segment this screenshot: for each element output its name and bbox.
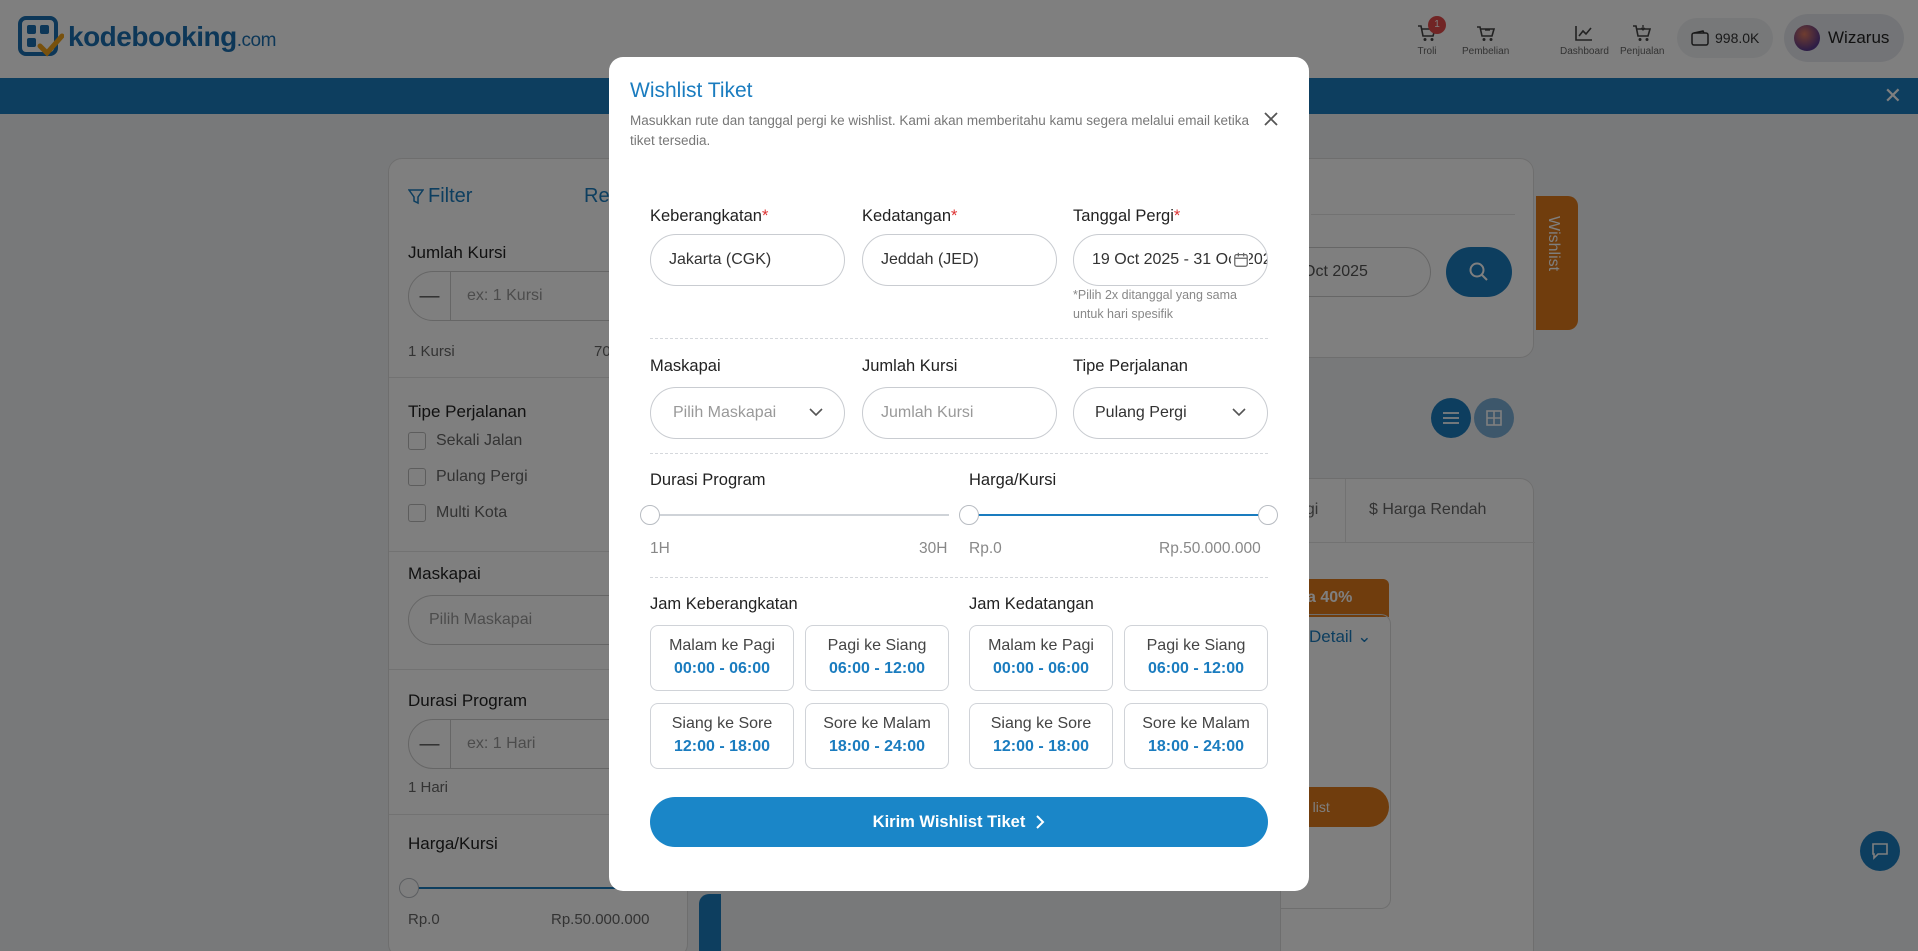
departure-slot-morning[interactable]: Pagi ke Siang 06:00 - 12:00	[805, 625, 949, 691]
price-max: Rp.50.000.000	[1159, 540, 1261, 557]
duration-max: 30H	[919, 540, 948, 557]
price-slider[interactable]	[969, 514, 1268, 516]
duration-handle[interactable]	[640, 505, 660, 525]
divider	[650, 338, 1268, 339]
chevron-down-icon	[1232, 408, 1246, 417]
departure-field[interactable]: Jakarta (CGK)	[650, 234, 845, 286]
departure-time-label: Jam Keberangkatan	[650, 595, 798, 613]
duration-slider[interactable]	[650, 514, 949, 516]
seats-input[interactable]: Jumlah Kursi	[862, 387, 1057, 439]
departure-label: Keberangkatan*	[650, 207, 769, 225]
modal-title: Wishlist Tiket	[630, 79, 753, 102]
price-handle-min[interactable]	[959, 505, 979, 525]
departure-slot-evening[interactable]: Sore ke Malam 18:00 - 24:00	[805, 703, 949, 769]
wishlist-modal: Wishlist Tiket Masukkan rute dan tanggal…	[609, 57, 1309, 891]
date-range-field[interactable]: 19 Oct 2025 - 31 Oct 2025	[1073, 234, 1268, 286]
price-handle-max[interactable]	[1258, 505, 1278, 525]
divider	[650, 453, 1268, 454]
trip-type-label: Tipe Perjalanan	[1073, 357, 1188, 375]
arrival-field[interactable]: Jeddah (JED)	[862, 234, 1057, 286]
airline-label: Maskapai	[650, 357, 721, 375]
duration-label: Durasi Program	[650, 471, 766, 489]
divider	[650, 577, 1268, 578]
arrival-label: Kedatangan*	[862, 207, 958, 225]
departure-slot-afternoon[interactable]: Siang ke Sore 12:00 - 18:00	[650, 703, 794, 769]
close-icon[interactable]	[1259, 107, 1283, 131]
date-label: Tanggal Pergi*	[1073, 207, 1181, 225]
arrival-slot-afternoon[interactable]: Siang ke Sore 12:00 - 18:00	[969, 703, 1113, 769]
arrival-time-label: Jam Kedatangan	[969, 595, 1094, 613]
departure-slot-night[interactable]: Malam ke Pagi 00:00 - 06:00	[650, 625, 794, 691]
chevron-right-icon	[1036, 815, 1045, 829]
submit-wishlist-button[interactable]: Kirim Wishlist Tiket	[650, 797, 1268, 847]
seats-label: Jumlah Kursi	[862, 357, 958, 375]
calendar-icon	[1231, 251, 1249, 269]
modal-description: Masukkan rute dan tanggal pergi ke wishl…	[630, 113, 1250, 148]
chevron-down-icon	[809, 408, 823, 417]
airline-select[interactable]: Pilih Maskapai	[650, 387, 845, 439]
arrival-slot-night[interactable]: Malam ke Pagi 00:00 - 06:00	[969, 625, 1113, 691]
arrival-slot-evening[interactable]: Sore ke Malam 18:00 - 24:00	[1124, 703, 1268, 769]
date-hint: *Pilih 2x ditanggal yang sama untuk hari…	[1073, 288, 1237, 321]
trip-type-select[interactable]: Pulang Pergi	[1073, 387, 1268, 439]
price-label: Harga/Kursi	[969, 471, 1057, 489]
duration-min: 1H	[650, 540, 670, 557]
arrival-slot-morning[interactable]: Pagi ke Siang 06:00 - 12:00	[1124, 625, 1268, 691]
price-min: Rp.0	[969, 540, 1002, 557]
